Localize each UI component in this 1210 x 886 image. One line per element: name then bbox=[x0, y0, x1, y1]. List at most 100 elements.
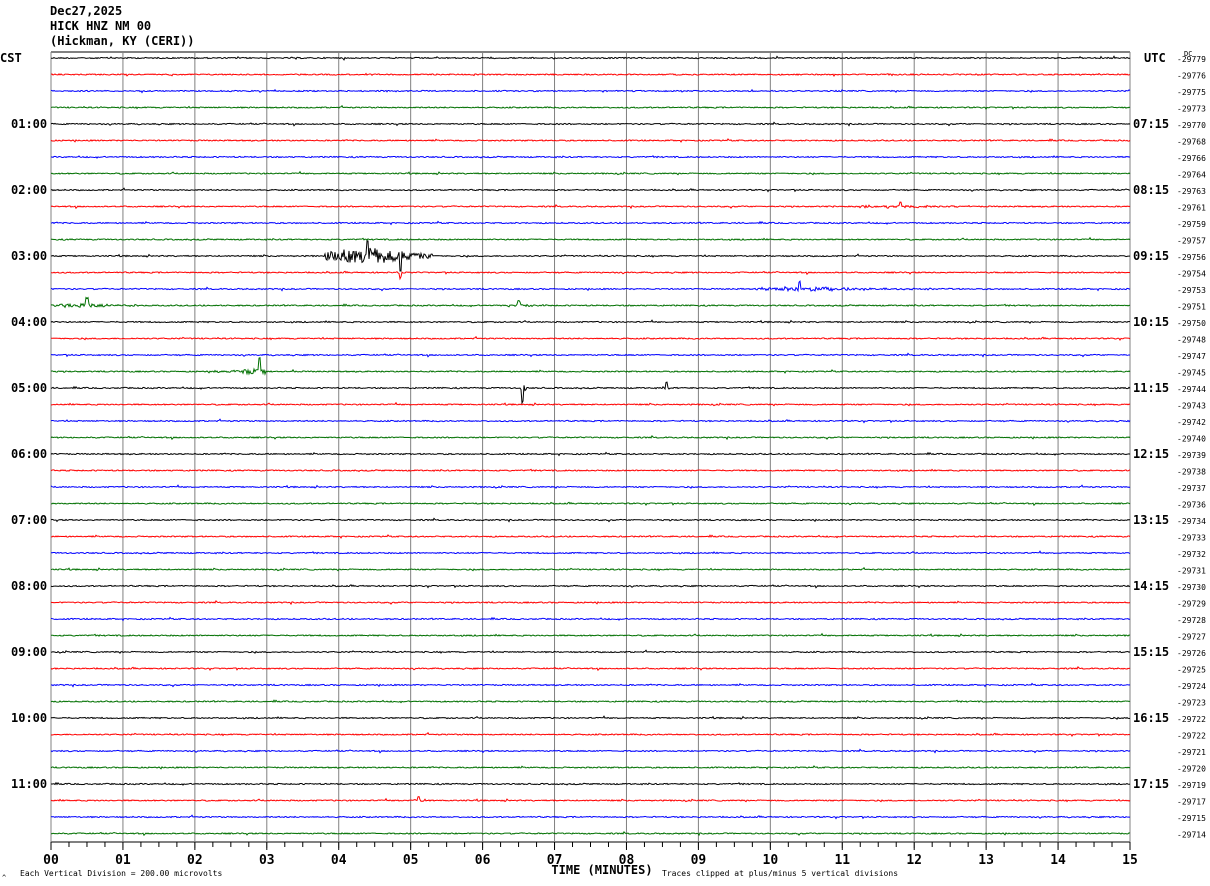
trace-row bbox=[50, 666, 1131, 672]
dc-offset-label: -29753 bbox=[1177, 286, 1206, 295]
trace-row bbox=[50, 335, 1131, 341]
trace-row bbox=[50, 401, 1131, 407]
dc-offset-label: -29745 bbox=[1177, 369, 1206, 378]
dc-offset-label: -29727 bbox=[1177, 633, 1206, 642]
dc-offset-label: -29770 bbox=[1177, 121, 1206, 130]
trace-row bbox=[50, 534, 1131, 539]
x-tick-label: 03 bbox=[259, 853, 275, 868]
trace-row bbox=[50, 121, 1131, 127]
dc-offset-label: -29766 bbox=[1177, 154, 1206, 163]
trace-row bbox=[50, 584, 1131, 589]
x-tick-label: 06 bbox=[475, 853, 491, 868]
trace-row bbox=[50, 796, 1131, 803]
cst-hour-label: 06:00 bbox=[11, 447, 47, 461]
dc-offset-label: -29733 bbox=[1177, 534, 1206, 543]
cst-hour-label: 11:00 bbox=[11, 777, 47, 791]
dc-offset-label: -29775 bbox=[1177, 88, 1206, 97]
trace-row bbox=[50, 468, 1131, 473]
dc-offset-label: -29742 bbox=[1177, 418, 1206, 427]
helicorder-plot: 00 01 02 03 04 05 06 07 08 09 10 11 12 13 14 15TIME (MI… bbox=[0, 50, 1206, 882]
dc-offset-label: -29773 bbox=[1177, 105, 1206, 114]
dc-offset-label: -29721 bbox=[1177, 748, 1206, 757]
trace-row bbox=[50, 731, 1131, 737]
trace-row bbox=[50, 566, 1131, 572]
dc-offset-label: -29736 bbox=[1177, 501, 1206, 510]
utc-hour-label: 14:15 bbox=[1133, 579, 1169, 593]
trace-row bbox=[50, 170, 1131, 176]
dc-offset-label: -29740 bbox=[1177, 435, 1206, 444]
dc-offset-label: -29734 bbox=[1177, 517, 1206, 526]
trace-row bbox=[50, 280, 1131, 293]
trace-row bbox=[50, 600, 1131, 606]
trace-row bbox=[50, 356, 1131, 376]
clip-note: Traces clipped at plus/minus 5 vertical … bbox=[662, 869, 898, 878]
trace-row bbox=[50, 451, 1131, 457]
trace-row bbox=[50, 201, 1131, 210]
dc-offset-label: -29720 bbox=[1177, 765, 1206, 774]
dc-offset-label: -29714 bbox=[1177, 831, 1206, 840]
dc-offset-label: -29779 bbox=[1177, 55, 1206, 64]
trace-row bbox=[50, 616, 1131, 622]
dc-offset-label: -29728 bbox=[1177, 616, 1206, 625]
dc-offset-label: -29725 bbox=[1177, 666, 1206, 675]
dc-offset-label: -29722 bbox=[1177, 732, 1206, 741]
dc-offset-label: -29724 bbox=[1177, 682, 1206, 691]
trace-row bbox=[50, 649, 1131, 654]
dc-offset-label: -29723 bbox=[1177, 699, 1206, 708]
trace-row bbox=[50, 484, 1131, 489]
cst-hour-label: 10:00 bbox=[11, 711, 47, 725]
utc-hour-label: 10:15 bbox=[1133, 315, 1169, 329]
trace-row bbox=[50, 72, 1131, 78]
trace-row bbox=[51, 831, 1131, 837]
dc-offset-label: -29731 bbox=[1177, 567, 1206, 576]
dc-offset-label: -29726 bbox=[1177, 649, 1206, 658]
cst-hour-label: 03:00 bbox=[11, 249, 47, 263]
x-tick-label: 02 bbox=[187, 853, 203, 868]
dc-offset-label: -29747 bbox=[1177, 352, 1206, 361]
dc-offset-label: -29748 bbox=[1177, 336, 1206, 345]
dc-offset-label: -29751 bbox=[1177, 303, 1206, 312]
cst-hour-label: 09:00 bbox=[11, 645, 47, 659]
trace-row bbox=[51, 632, 1131, 638]
x-tick-label: 14 bbox=[1050, 853, 1066, 868]
trace-row bbox=[51, 270, 1131, 281]
x-tick-label: 00 bbox=[43, 853, 59, 868]
dc-offset-label: -29763 bbox=[1177, 187, 1206, 196]
trace-row bbox=[50, 699, 1131, 704]
trace-row bbox=[50, 501, 1131, 507]
dc-offset-label: -29759 bbox=[1177, 220, 1206, 229]
scale-note: Each Vertical Division = 200.00 microvol… bbox=[20, 869, 222, 878]
cst-hour-label: 02:00 bbox=[11, 183, 47, 197]
trace-row bbox=[50, 296, 1131, 309]
dc-offset-label: -29722 bbox=[1177, 715, 1206, 724]
trace-row bbox=[50, 781, 1131, 786]
dc-offset-label: -29757 bbox=[1177, 237, 1206, 246]
trace-row bbox=[50, 682, 1131, 688]
trace-row bbox=[50, 187, 1131, 193]
dc-offset-label: -29719 bbox=[1177, 781, 1206, 790]
utc-hour-label: 12:15 bbox=[1133, 447, 1169, 461]
utc-hour-label: 07:15 bbox=[1133, 117, 1169, 131]
x-tick-label: 10 bbox=[763, 853, 779, 868]
x-axis-label: TIME (MINUTES) bbox=[551, 863, 652, 877]
dc-offset-label: -29737 bbox=[1177, 484, 1206, 493]
utc-hour-label: 17:15 bbox=[1133, 777, 1169, 791]
cst-hour-label: 07:00 bbox=[11, 513, 47, 527]
cst-hour-label: 05:00 bbox=[11, 381, 47, 395]
x-tick-label: 05 bbox=[403, 853, 419, 868]
trace-row bbox=[50, 319, 1131, 324]
x-tick-label: 01 bbox=[115, 853, 131, 868]
cst-hour-label: 04:00 bbox=[11, 315, 47, 329]
trace-row bbox=[50, 104, 1131, 110]
dc-offset-label: -29754 bbox=[1177, 270, 1206, 279]
cst-hour-label: CST bbox=[0, 51, 22, 65]
trace-row bbox=[50, 517, 1131, 523]
utc-hour-label: 15:15 bbox=[1133, 645, 1169, 659]
dc-offset-label: -29738 bbox=[1177, 468, 1206, 477]
trace-row bbox=[50, 220, 1131, 226]
dc-offset-label: -29756 bbox=[1177, 253, 1206, 262]
dc-offset-label: -29743 bbox=[1177, 402, 1206, 411]
dc-offset-label: -29715 bbox=[1177, 814, 1206, 823]
x-tick-label: 11 bbox=[834, 853, 850, 868]
trace-row bbox=[50, 748, 1131, 754]
